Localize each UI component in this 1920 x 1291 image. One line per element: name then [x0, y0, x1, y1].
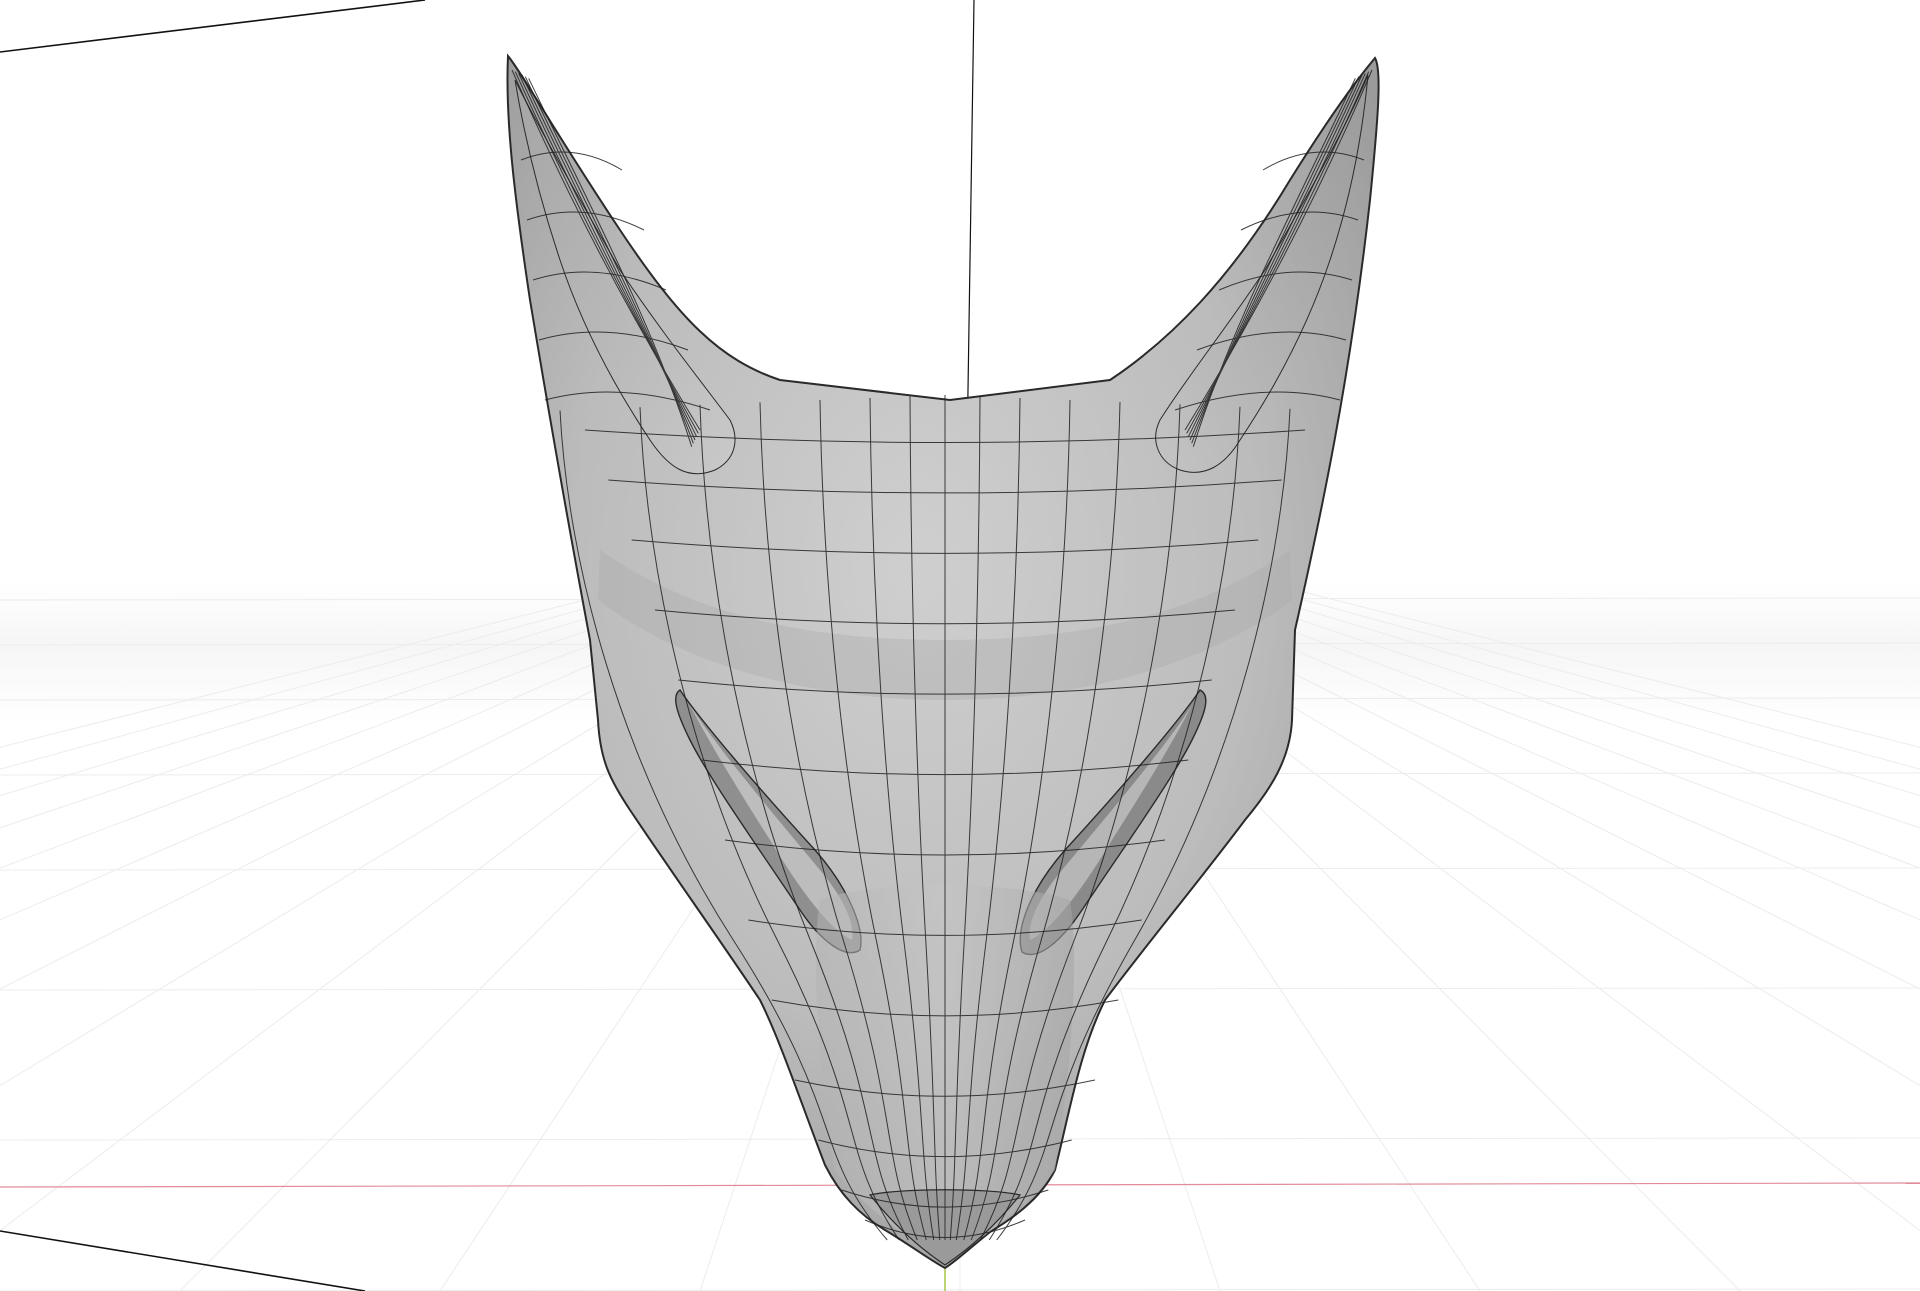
- viewport-canvas[interactable]: [0, 0, 1920, 1291]
- 3d-viewport[interactable]: [0, 0, 1920, 1291]
